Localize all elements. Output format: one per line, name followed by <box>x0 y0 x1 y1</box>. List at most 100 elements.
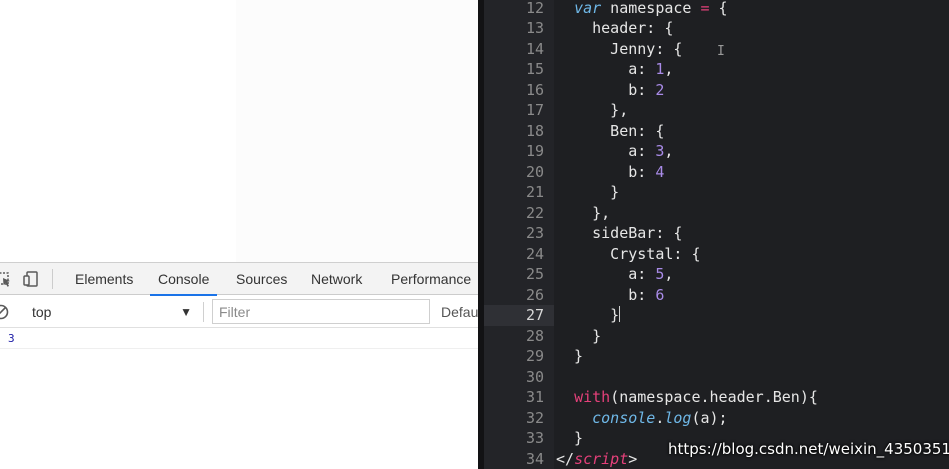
code-text: } <box>556 346 583 367</box>
line-number: 27 <box>525 306 544 324</box>
line-number: 26 <box>525 285 544 304</box>
code-token: b: <box>556 162 656 181</box>
line-number: 25 <box>525 265 544 283</box>
code-line[interactable]: 21 } <box>478 182 949 203</box>
code-line[interactable]: 17 }, <box>478 100 949 121</box>
text-cursor-icon: I <box>717 44 725 59</box>
code-line[interactable]: 32 console.log(a); <box>478 408 949 429</box>
watermark: https://blog.csdn.net/weixin_43503511 <box>668 440 949 458</box>
inspect-element-icon[interactable] <box>0 270 12 288</box>
code-line[interactable]: 26 b: 6 <box>478 285 949 306</box>
code-token: console <box>592 408 656 427</box>
line-number: 14 <box>525 39 544 58</box>
tab-elements[interactable]: Elements <box>75 263 133 295</box>
code-token: 2 <box>655 80 665 99</box>
code-text: a: 5, <box>556 264 673 285</box>
tab-console[interactable]: Console <box>149 263 218 296</box>
tab-network[interactable]: Network <box>311 263 362 295</box>
code-token: log <box>664 408 692 427</box>
code-token: > <box>628 449 638 468</box>
code-line[interactable]: 24 Crystal: { <box>478 244 949 265</box>
tab-performance[interactable]: Performance <box>391 263 471 295</box>
code-line[interactable]: 20 b: 4 <box>478 162 949 183</box>
code-token: = <box>700 0 710 17</box>
console-toolbar: top ▼ Defau <box>0 296 478 328</box>
code-token: a: <box>556 265 656 283</box>
code-line[interactable]: 27 } <box>478 305 949 326</box>
code-token: (namespace.header.Ben){ <box>610 388 818 406</box>
code-text: sideBar: { <box>556 223 682 244</box>
line-number: 33 <box>525 429 544 447</box>
code-token: Ben: { <box>556 121 665 140</box>
code-token: } <box>556 429 584 447</box>
filter-input[interactable] <box>212 299 430 324</box>
code-line[interactable]: 13 header: { <box>478 18 949 39</box>
code-text: b: 4 <box>556 162 664 183</box>
page-content-area <box>236 0 478 262</box>
code-token: , <box>664 60 674 78</box>
line-number: 12 <box>525 0 544 17</box>
device-toolbar-icon[interactable] <box>22 270 40 288</box>
line-number: 16 <box>525 80 544 99</box>
line-number: 19 <box>525 142 544 160</box>
line-number: 32 <box>525 408 544 427</box>
code-line[interactable]: 18 Ben: { <box>478 121 949 142</box>
code-text: Crystal: { <box>556 244 701 265</box>
code-line[interactable]: 25 a: 5, <box>478 264 949 285</box>
code-line[interactable]: 19 a: 3, <box>478 141 949 162</box>
toolbar-divider <box>52 269 53 289</box>
code-token: } <box>556 326 602 345</box>
code-line[interactable]: 28 } <box>478 326 949 347</box>
code-token: 6 <box>655 285 665 304</box>
line-number: 18 <box>525 121 544 140</box>
devtools-tabbar: Elements Console Sources Network Perform… <box>0 263 478 296</box>
code-token: } <box>556 347 584 365</box>
tab-sources[interactable]: Sources <box>236 263 287 295</box>
code-token: sideBar: { <box>556 224 683 242</box>
code-text: var namespace = { <box>556 0 728 18</box>
code-token: }, <box>556 101 629 119</box>
code-text: } <box>556 428 583 449</box>
code-line[interactable]: 12 var namespace = { <box>478 0 949 18</box>
line-number: 17 <box>525 101 544 119</box>
code-line[interactable]: 30 <box>478 367 949 388</box>
code-text: with(namespace.header.Ben){ <box>556 387 818 408</box>
line-number: 21 <box>525 183 544 201</box>
code-text: } <box>556 305 621 326</box>
code-line[interactable]: 31 with(namespace.header.Ben){ <box>478 387 949 408</box>
code-token: var <box>574 0 602 17</box>
code-token: a: <box>556 60 656 78</box>
code-line[interactable]: 23 sideBar: { <box>478 223 949 244</box>
code-token: (a); <box>691 408 728 427</box>
code-line[interactable]: 22 }, <box>478 203 949 224</box>
line-number: 15 <box>525 60 544 78</box>
code-text: console.log(a); <box>556 408 728 429</box>
code-line[interactable]: 15 a: 1, <box>478 59 949 80</box>
context-selector[interactable]: top ▼ <box>22 300 198 324</box>
code-token: } <box>556 183 620 201</box>
code-token: namespace <box>601 0 701 17</box>
clear-console-icon[interactable] <box>0 303 10 321</box>
code-text: Jenny: { <box>556 39 682 60</box>
code-token: }, <box>556 203 611 222</box>
code-text: } <box>556 182 619 203</box>
code-text: header: { <box>556 18 673 39</box>
code-token: header: { <box>556 19 674 37</box>
code-text: </script> <box>556 449 637 469</box>
code-line[interactable]: 29 } <box>478 346 949 367</box>
log-levels-dropdown[interactable]: Defau <box>441 300 478 324</box>
code-editor[interactable]: 12 var namespace = {13 header: {14 Jenny… <box>478 0 949 469</box>
code-token: with <box>574 388 611 406</box>
code-line[interactable]: 16 b: 2 <box>478 80 949 101</box>
code-token: Jenny: { <box>556 39 683 58</box>
code-text: } <box>556 326 601 347</box>
code-token: </ <box>556 449 575 468</box>
code-text: }, <box>556 100 628 121</box>
console-output: 3 <box>0 329 478 349</box>
code-line[interactable]: 14 Jenny: { <box>478 39 949 60</box>
code-text: Ben: { <box>556 121 664 142</box>
code-token: Crystal: { <box>556 244 701 263</box>
line-number: 28 <box>525 326 544 345</box>
